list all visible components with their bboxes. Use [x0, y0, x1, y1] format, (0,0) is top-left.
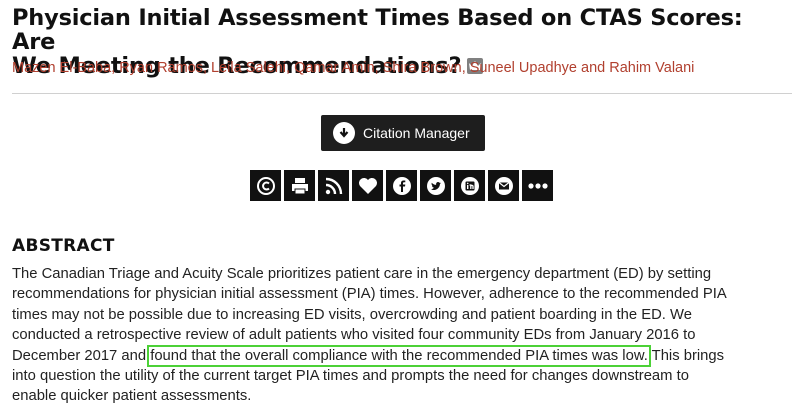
- abstract-line: enable quicker patient assessments.: [12, 388, 252, 405]
- abstract-line: conducted a retrospective review of adul…: [12, 327, 696, 344]
- abstract-text-segment: December 2017 and: [12, 347, 151, 364]
- abstract-line: times may not be possible due to increas…: [12, 306, 692, 323]
- abstract-text-segment: This brings: [647, 347, 725, 364]
- citation-manager-button[interactable]: Citation Manager: [321, 115, 485, 151]
- download-arrow-icon: [333, 122, 355, 144]
- divider: [12, 93, 792, 94]
- facebook-icon[interactable]: [386, 170, 417, 201]
- abstract-line: The Canadian Triage and Acuity Scale pri…: [12, 266, 712, 282]
- abstract-line: December 2017 and found that the overall…: [12, 344, 792, 367]
- share-toolbar: [250, 170, 553, 201]
- copyright-icon[interactable]: [250, 170, 281, 201]
- print-icon[interactable]: [284, 170, 315, 201]
- abstract-heading: ABSTRACT: [12, 236, 115, 256]
- linkedin-icon[interactable]: [454, 170, 485, 201]
- abstract-line: recommendations for physician initial as…: [12, 286, 727, 303]
- title-line-1: Physician Initial Assessment Times Based…: [12, 5, 743, 55]
- citation-manager-label: Citation Manager: [363, 125, 470, 141]
- twitter-icon[interactable]: [420, 170, 451, 201]
- email-icon[interactable]: [488, 170, 519, 201]
- more-icon[interactable]: [522, 170, 553, 201]
- highlighted-finding: found that the overall compliance with t…: [147, 344, 651, 367]
- author-list[interactable]: Mazen El-Baba, Ryan Ramos, Leila Salehi,…: [12, 60, 792, 76]
- rss-icon[interactable]: [318, 170, 349, 201]
- abstract-line: into question the utility of the current…: [12, 368, 689, 385]
- favorite-heart-icon[interactable]: [352, 170, 383, 201]
- abstract-text: The Canadian Triage and Acuity Scale pri…: [12, 264, 792, 407]
